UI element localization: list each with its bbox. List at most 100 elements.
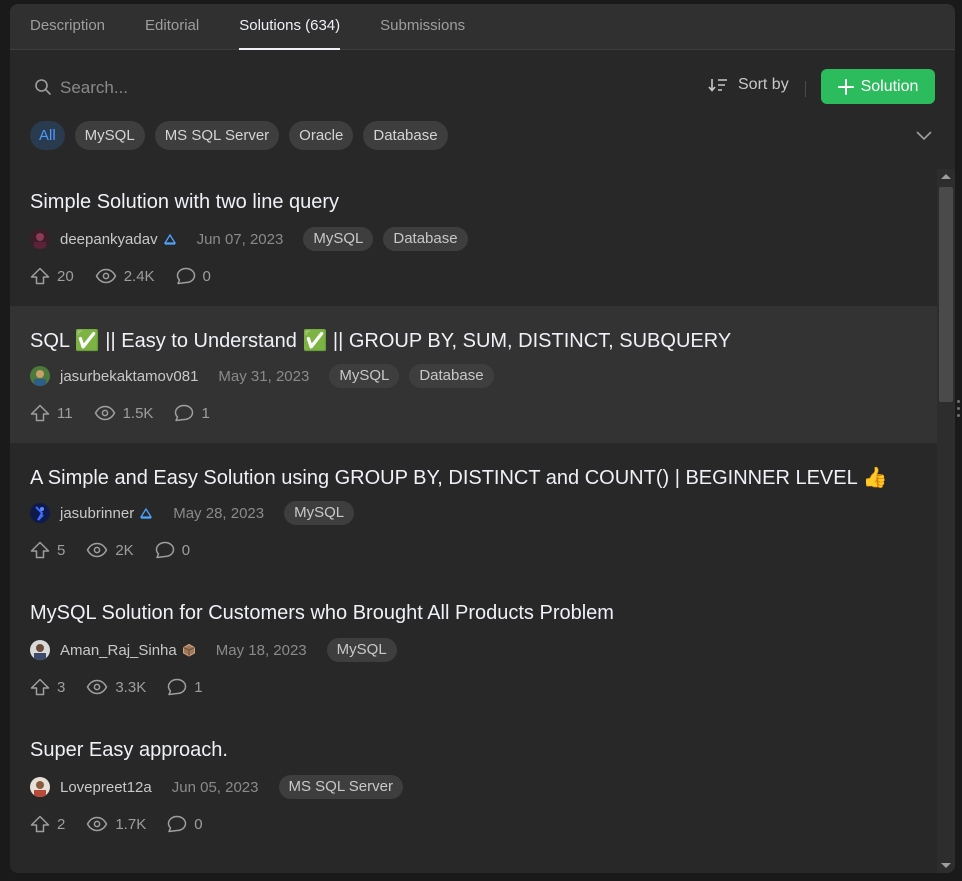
solution-title[interactable]: Simple Solution with two line query (30, 191, 339, 214)
upvote-count: 2 (57, 815, 66, 833)
upvote-stat[interactable]: 3 (30, 678, 65, 696)
comment-count: 0 (194, 815, 203, 833)
eye-icon (86, 679, 108, 695)
avatar[interactable] (30, 777, 50, 797)
comment-stat[interactable]: 1 (167, 678, 203, 696)
sort-by-label: Sort by (738, 76, 789, 93)
author-name[interactable]: jasubrinner (60, 505, 134, 522)
solution-item[interactable]: Super Easy approach. Lovepreet12a Jun 05… (10, 717, 937, 854)
sort-icon (708, 79, 727, 92)
tab-editorial[interactable]: Editorial (145, 4, 199, 49)
solution-meta: deepankyadav Jun 07, 2023 MySQL Database (30, 226, 468, 252)
tag[interactable]: MS SQL Server (278, 775, 403, 799)
author-name[interactable]: Aman_Raj_Sinha (60, 642, 177, 659)
comment-stat[interactable]: 1 (174, 404, 210, 422)
avatar[interactable] (30, 640, 50, 660)
tag[interactable]: Database (383, 227, 468, 251)
solution-title[interactable]: MySQL Solution for Customers who Brought… (30, 602, 614, 625)
tab-solutions[interactable]: Solutions (634) (239, 4, 340, 50)
scroll-down-arrow-icon[interactable] (941, 863, 951, 868)
solution-meta: jasubrinner May 28, 2023 MySQL (30, 500, 355, 526)
solution-meta: Aman_Raj_Sinha May 18, 2023 MySQL (30, 637, 397, 663)
author-name[interactable]: deepankyadav (60, 231, 158, 248)
author-name[interactable]: Lovepreet12a (60, 779, 152, 796)
view-stat: 2K (86, 542, 134, 559)
solution-list: Simple Solution with two line query deep… (10, 169, 937, 873)
chevron-down-icon[interactable] (915, 126, 933, 144)
solution-item[interactable]: MySQL Solution for Customers who Brought… (10, 580, 937, 717)
comment-stat[interactable]: 0 (155, 541, 190, 559)
comment-count: 1 (201, 404, 210, 422)
comment-stat[interactable]: 0 (167, 815, 203, 833)
filter-chip-mssql[interactable]: MS SQL Server (154, 120, 280, 150)
comment-count: 0 (181, 541, 191, 559)
knight-badge-icon (140, 507, 153, 519)
tag[interactable]: MySQL (326, 638, 397, 662)
comment-icon (167, 678, 187, 696)
plus-icon (837, 78, 854, 95)
solution-stats: 5 2K 0 (30, 539, 211, 561)
comment-icon (175, 404, 194, 422)
solution-stats: 11 1.5K 1 (30, 402, 231, 424)
comment-count: 0 (202, 267, 211, 285)
eye-icon (94, 405, 115, 421)
filter-chip-oracle[interactable]: Oracle (289, 120, 354, 150)
upvote-count: 3 (57, 678, 66, 696)
tag[interactable]: MySQL (284, 501, 355, 525)
solution-item[interactable]: A Simple and Easy Solution using GROUP B… (10, 443, 937, 580)
eye-icon (86, 816, 108, 832)
search-input[interactable] (58, 74, 462, 102)
avatar[interactable] (30, 229, 50, 249)
view-count: 2.4K (123, 267, 155, 285)
tab-description[interactable]: Description (30, 4, 105, 49)
filter-chip-mysql[interactable]: MySQL (74, 120, 145, 150)
filter-chips: All MySQL MS SQL Server Oracle Database (30, 120, 458, 150)
solution-title[interactable]: Super Easy approach. (30, 739, 228, 762)
panel-resize-handle[interactable] (957, 400, 961, 420)
post-date: May 28, 2023 (173, 504, 265, 522)
upvote-count: 11 (57, 404, 73, 422)
comment-stat[interactable]: 0 (176, 267, 211, 285)
sort-by-button[interactable]: Sort by (708, 76, 789, 94)
post-date: May 31, 2023 (218, 367, 310, 385)
add-solution-label: Solution (860, 77, 919, 95)
author-name[interactable]: jasurbekaktamov081 (60, 368, 198, 385)
upvote-stat[interactable]: 5 (30, 541, 65, 559)
avatar[interactable] (30, 366, 50, 386)
solution-stats: 20 2.4K 0 (30, 265, 232, 287)
solution-item[interactable]: SQL ✅ || Easy to Understand ✅ || GROUP B… (10, 306, 937, 443)
solution-item[interactable]: Simple Solution with two line query deep… (10, 169, 937, 306)
upvote-stat[interactable]: 20 (30, 267, 74, 285)
scroll-up-arrow-icon[interactable] (941, 174, 951, 179)
solution-stats: 3 3.3K 1 (30, 676, 224, 698)
tab-bar: Description Editorial Solutions (634) Su… (10, 4, 955, 50)
upvote-stat[interactable]: 11 (30, 404, 73, 422)
knight-badge-icon (163, 233, 176, 245)
view-count: 1.7K (115, 815, 147, 833)
solution-meta: jasurbekaktamov081 May 31, 2023 MySQL Da… (30, 363, 494, 389)
view-stat: 1.7K (86, 816, 146, 833)
tag[interactable]: MySQL (303, 227, 374, 251)
search-icon (35, 79, 51, 95)
search-toolbar: Sort by Solution (10, 50, 955, 122)
comment-icon (176, 267, 195, 285)
comment-count: 1 (194, 678, 203, 696)
filter-chip-all[interactable]: All (30, 120, 65, 150)
toolbar-divider (805, 81, 806, 97)
upvote-count: 20 (57, 267, 74, 285)
tab-submissions[interactable]: Submissions (380, 4, 465, 49)
post-date: May 18, 2023 (215, 641, 307, 659)
upvote-stat[interactable]: 2 (30, 815, 65, 833)
tag[interactable]: MySQL (329, 364, 400, 388)
solution-title[interactable]: SQL ✅ || Easy to Understand ✅ || GROUP B… (30, 328, 731, 353)
solution-title[interactable]: A Simple and Easy Solution using GROUP B… (30, 465, 887, 490)
solution-meta: Lovepreet12a Jun 05, 2023 MS SQL Server (30, 774, 403, 800)
tag[interactable]: Database (409, 364, 494, 388)
avatar[interactable] (30, 503, 50, 523)
add-solution-button[interactable]: Solution (821, 69, 935, 104)
filter-chip-database[interactable]: Database (363, 120, 448, 150)
scrollbar-thumb[interactable] (939, 187, 953, 402)
post-date: Jun 05, 2023 (171, 778, 259, 796)
solutions-panel: Description Editorial Solutions (634) Su… (10, 4, 955, 873)
vertical-scrollbar[interactable] (937, 169, 955, 873)
